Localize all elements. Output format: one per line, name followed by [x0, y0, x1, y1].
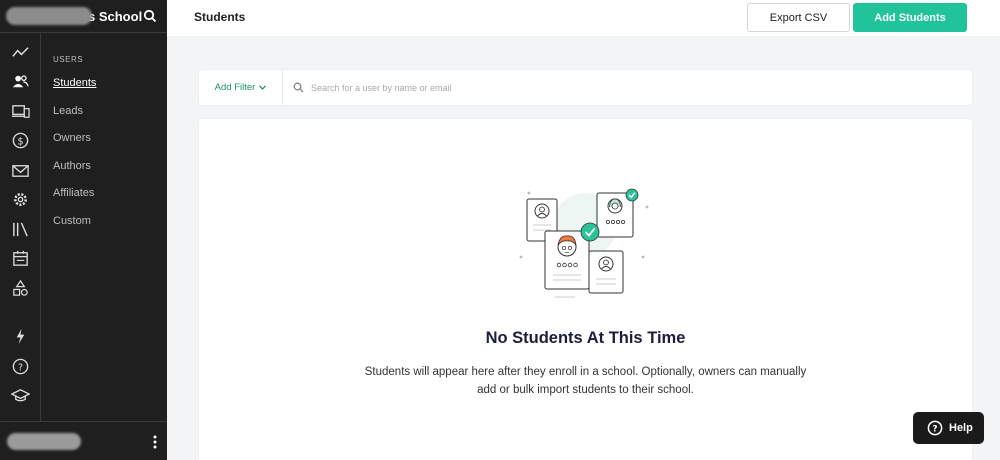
sidebar-item-custom[interactable]: Custom [41, 214, 167, 242]
section-title-users: USERS [53, 55, 84, 64]
sidebar-item-owners[interactable]: Owners [41, 131, 167, 159]
chevron-down-icon [259, 85, 267, 90]
sidebar: s School $ ? USERS Students Leads Owners… [0, 0, 167, 460]
devices-icon[interactable] [11, 102, 30, 121]
sidebar-item-students[interactable]: Students [41, 76, 167, 104]
users-icon[interactable] [11, 72, 30, 91]
more-options-icon[interactable] [153, 435, 157, 449]
sidebar-item-affiliates[interactable]: Affiliates [41, 186, 167, 214]
sidebar-item-leads[interactable]: Leads [41, 104, 167, 132]
school-name-redacted [6, 7, 92, 25]
empty-state-line-2: add or bulk import students to their sch… [477, 384, 694, 396]
empty-state-description: Students will appear here after they enr… [349, 363, 822, 399]
calendar-icon[interactable] [11, 249, 30, 268]
users-subnav: USERS Students Leads Owners Authors Affi… [41, 33, 167, 241]
page-title: Students [194, 10, 246, 24]
mail-icon[interactable] [11, 161, 30, 180]
lightning-icon[interactable] [11, 327, 30, 346]
school-header[interactable]: s School [0, 0, 167, 33]
school-name: s School [88, 8, 143, 24]
empty-state-line-1: Students will appear here after they enr… [364, 366, 807, 378]
svg-text:?: ? [18, 362, 23, 373]
export-csv-button[interactable]: Export CSV [747, 3, 850, 32]
search-input[interactable] [311, 79, 811, 97]
profile-footer[interactable] [0, 421, 167, 460]
gear-icon[interactable] [11, 190, 30, 209]
add-students-button[interactable]: Add Students [853, 3, 967, 32]
filter-bar: Add Filter [199, 70, 972, 105]
help-button[interactable]: ? Help [913, 412, 984, 444]
graduation-cap-icon[interactable] [11, 386, 30, 405]
svg-text:?: ? [932, 425, 937, 435]
search-icon [293, 82, 304, 93]
help-label: Help [949, 422, 973, 434]
empty-state-card: No Students At This Time Students will a… [199, 119, 972, 460]
help-circle-icon: ? [927, 420, 943, 436]
shapes-icon[interactable] [11, 279, 30, 298]
analytics-icon[interactable] [11, 43, 30, 62]
icon-rail: $ ? [0, 33, 41, 421]
students-illustration [519, 188, 649, 298]
dollar-icon[interactable]: $ [11, 131, 30, 150]
svg-text:$: $ [17, 136, 23, 147]
user-name-redacted [7, 432, 81, 450]
empty-state-title: No Students At This Time [485, 329, 686, 347]
sidebar-item-authors[interactable]: Authors [41, 159, 167, 187]
top-bar: Students Export CSV Add Students [167, 0, 1000, 36]
add-filter-label: Add Filter [214, 82, 256, 93]
search-icon[interactable] [143, 9, 157, 23]
help-circle-icon[interactable]: ? [11, 357, 30, 376]
library-icon[interactable] [11, 220, 30, 239]
add-filter-dropdown[interactable]: Add Filter [199, 70, 283, 105]
